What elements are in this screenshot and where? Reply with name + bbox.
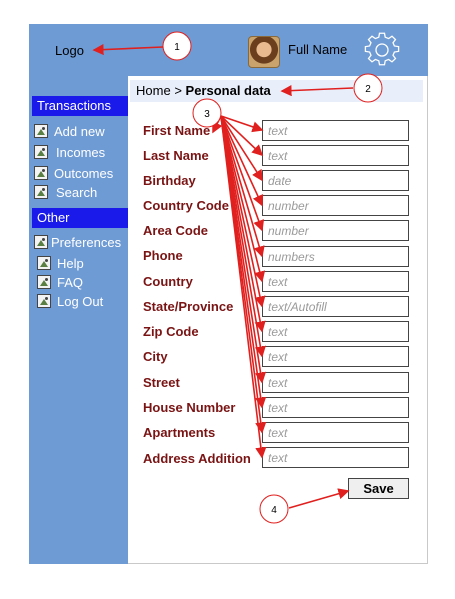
- address-addition-input[interactable]: [262, 447, 409, 468]
- breadcrumb: Home > Personal data: [130, 80, 423, 102]
- image-placeholder-icon: [37, 294, 51, 308]
- city-input[interactable]: [262, 346, 409, 367]
- phone-input[interactable]: [262, 246, 409, 267]
- image-placeholder-icon: [34, 145, 48, 159]
- image-placeholder-icon: [34, 166, 48, 180]
- sidebar-item-add-new[interactable]: Add new: [34, 122, 105, 140]
- sidebar-section-other: Other: [32, 208, 128, 228]
- breadcrumb-home[interactable]: Home: [136, 83, 171, 98]
- save-button[interactable]: Save: [348, 478, 409, 499]
- sidebar-item-label: Help: [57, 255, 84, 271]
- last-name-input[interactable]: [262, 145, 409, 166]
- label-first-name: First Name: [143, 123, 211, 138]
- country-code-input[interactable]: [262, 195, 409, 216]
- label-country-code: Country Code: [143, 198, 229, 213]
- user-name[interactable]: Full Name: [288, 42, 347, 57]
- sidebar-item-search[interactable]: Search: [34, 183, 97, 201]
- image-placeholder-icon: [37, 256, 51, 270]
- image-placeholder-icon: [34, 235, 48, 249]
- state-province-input[interactable]: [262, 296, 409, 317]
- image-placeholder-icon: [34, 124, 48, 138]
- label-country: Country: [143, 274, 193, 289]
- label-zip-code: Zip Code: [143, 324, 199, 339]
- sidebar-item-faq[interactable]: FAQ: [37, 273, 83, 291]
- label-area-code: Area Code: [143, 223, 209, 238]
- image-placeholder-icon: [37, 275, 51, 289]
- sidebar-item-help[interactable]: Help: [37, 254, 84, 272]
- area-code-input[interactable]: [262, 220, 409, 241]
- sidebar-item-label: FAQ: [57, 274, 84, 290]
- apartments-input[interactable]: [262, 422, 409, 443]
- logo[interactable]: Logo: [55, 43, 84, 58]
- house-number-input[interactable]: [262, 397, 409, 418]
- sidebar-item-label: Incomes: [56, 144, 106, 160]
- sidebar-item-label: Preferences: [51, 234, 122, 250]
- sidebar-item-outcomes[interactable]: Outcomes: [34, 164, 113, 182]
- label-house-number: House Number: [143, 400, 236, 415]
- country-input[interactable]: [262, 271, 409, 292]
- image-placeholder-icon: [34, 185, 48, 199]
- sidebar-item-preferences[interactable]: Preferences: [34, 233, 121, 251]
- sidebar-item-incomes[interactable]: Incomes: [34, 143, 105, 161]
- breadcrumb-current: Personal data: [185, 83, 271, 98]
- sidebar-item-log-out[interactable]: Log Out: [37, 292, 103, 310]
- sidebar-section-transactions: Transactions: [32, 96, 128, 116]
- label-address-addition: Address Addition: [143, 451, 251, 466]
- sidebar-item-label: Add new: [54, 123, 105, 139]
- street-input[interactable]: [262, 372, 409, 393]
- gear-icon[interactable]: [364, 32, 400, 68]
- label-street: Street: [143, 375, 180, 390]
- label-apartments: Apartments: [143, 425, 216, 440]
- avatar[interactable]: [248, 36, 280, 68]
- birthday-input[interactable]: [262, 170, 409, 191]
- zip-code-input[interactable]: [262, 321, 409, 342]
- breadcrumb-separator: >: [174, 83, 182, 98]
- label-city: City: [143, 349, 168, 364]
- sidebar-item-label: Search: [56, 184, 98, 200]
- label-birthday: Birthday: [143, 173, 196, 188]
- sidebar-item-label: Outcomes: [54, 165, 114, 181]
- label-phone: Phone: [143, 248, 183, 263]
- label-last-name: Last Name: [143, 148, 209, 163]
- sidebar-item-label: Log Out: [57, 293, 104, 309]
- first-name-input[interactable]: [262, 120, 409, 141]
- label-state-province: State/Province: [143, 299, 234, 314]
